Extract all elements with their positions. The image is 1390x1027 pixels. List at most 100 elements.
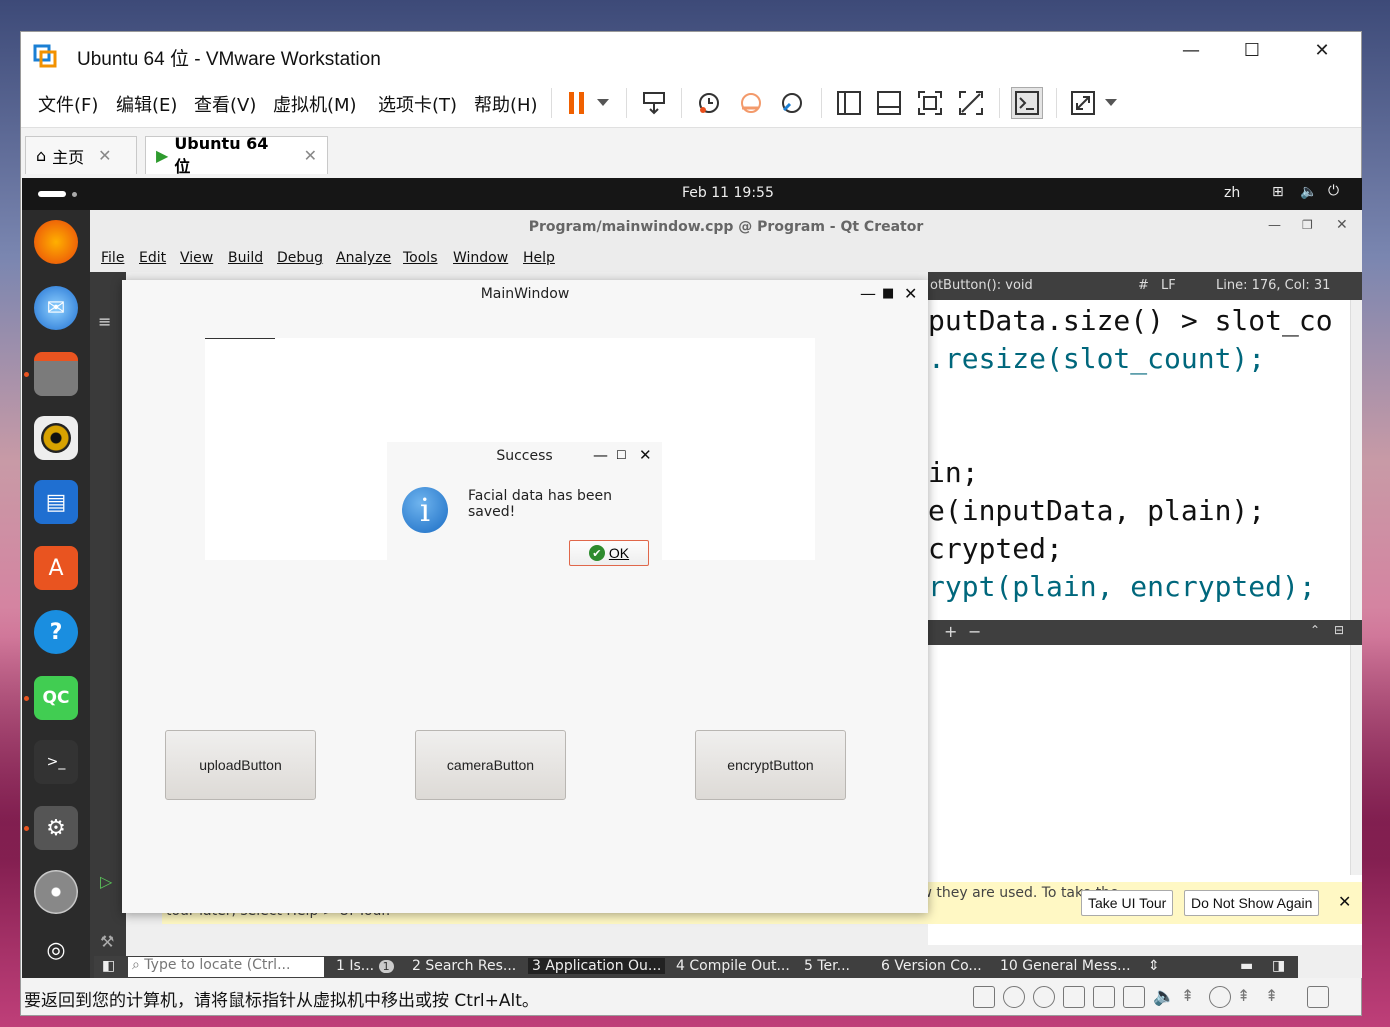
input-language[interactable]: zh (1224, 185, 1240, 201)
maximize-pane-icon[interactable]: ⊟ (1334, 623, 1344, 637)
vm-display[interactable]: Feb 11 19:55 zh ⊞ 🔈 ⏻ ✉ ▤ A ? QC >_ ⚙ ◎ (22, 178, 1362, 978)
tab-ubuntu[interactable]: ▶ Ubuntu 64 位 ✕ (145, 134, 328, 176)
menu-file[interactable]: 文件(F) (38, 91, 98, 117)
writer-icon[interactable]: ▤ (34, 480, 78, 524)
minimize-button[interactable]: — (593, 446, 608, 464)
tab-application-output[interactable]: 3 Application Ou... (528, 958, 666, 974)
minimize-button[interactable]: — (1171, 40, 1211, 61)
menu-vm[interactable]: 虚拟机(M) (273, 91, 357, 117)
menu-analyze[interactable]: Analyze (336, 250, 391, 266)
show-apps-icon[interactable]: ◎ (34, 928, 78, 972)
network-icon[interactable]: ⊞ (1272, 184, 1284, 200)
help-icon[interactable]: ? (34, 610, 78, 654)
console-view-icon[interactable] (1011, 87, 1043, 119)
encrypt-button[interactable]: encryptButton (695, 730, 846, 800)
menu-view[interactable]: 查看(V) (194, 91, 256, 117)
menu-file[interactable]: File (101, 250, 124, 266)
chevron-up-icon[interactable]: ⌃ (1310, 623, 1320, 637)
close-button[interactable]: ✕ (904, 284, 917, 303)
clock[interactable]: Feb 11 19:55 (682, 185, 774, 201)
send-keys-icon[interactable] (638, 87, 670, 119)
menu-tools[interactable]: Tools (403, 250, 438, 266)
activities-indicator[interactable] (38, 191, 66, 197)
function-selector[interactable]: otButton(): void (930, 278, 1033, 293)
remove-icon[interactable]: − (968, 622, 981, 641)
progress-toggle-icon[interactable]: ▬ (1240, 958, 1253, 974)
usb-icon-3[interactable]: ⇞ (1265, 986, 1287, 1008)
rhythmbox-icon[interactable] (34, 416, 78, 460)
printer-icon[interactable] (1123, 986, 1145, 1008)
close-icon[interactable]: ✕ (98, 146, 111, 165)
chevron-down-icon[interactable] (593, 87, 613, 119)
tab-selector-icon[interactable]: ⇕ (1148, 958, 1160, 974)
power-icon[interactable]: ⏻ (1328, 183, 1339, 199)
usb-icon[interactable]: ⇞ (1181, 986, 1203, 1008)
close-button[interactable]: ✕ (1336, 217, 1348, 233)
tab-home[interactable]: ⌂ 主页 ✕ (25, 136, 137, 174)
hard-disk-icon[interactable] (973, 986, 995, 1008)
menu-help[interactable]: 帮助(H) (474, 91, 538, 117)
mode-run-icon[interactable]: ▷ (100, 872, 112, 891)
close-button[interactable]: ✕ (639, 446, 652, 464)
stretch-guest-icon[interactable] (1067, 87, 1099, 119)
chevron-down-icon[interactable] (1101, 87, 1121, 119)
add-icon[interactable]: + (944, 622, 957, 641)
disc-icon[interactable] (34, 870, 78, 914)
menu-tabs[interactable]: 选项卡(T) (378, 91, 457, 117)
snapshot-icon[interactable] (693, 87, 725, 119)
toggle-sidebar-icon[interactable]: ◧ (102, 958, 115, 974)
do-not-show-again-button[interactable]: Do Not Show Again (1184, 890, 1320, 916)
tab-terminal[interactable]: 5 Ter... (804, 958, 850, 974)
take-ui-tour-button[interactable]: Take UI Tour (1081, 890, 1174, 916)
pause-icon[interactable] (561, 87, 593, 119)
revert-snapshot-icon[interactable] (735, 87, 767, 119)
sidebar-view-icon[interactable] (833, 87, 865, 119)
qtcreator-icon[interactable]: QC (34, 676, 78, 720)
full-screen-icon[interactable] (914, 87, 946, 119)
code-editor[interactable]: putData.size() > slot_co .resize(slot_co… (928, 300, 1362, 620)
menu-help[interactable]: Help (523, 250, 555, 266)
menu-window[interactable]: Window (453, 250, 508, 266)
menu-build[interactable]: Build (228, 250, 263, 266)
tab-issues[interactable]: 1 Is... 1 (336, 958, 394, 974)
camera-button[interactable]: cameraButton (415, 730, 566, 800)
minimize-button[interactable]: — (1268, 218, 1281, 233)
snapshot-manager-icon[interactable] (776, 87, 808, 119)
maximize-button[interactable]: ☐ (1232, 40, 1272, 61)
files-icon[interactable] (34, 352, 78, 396)
network-adapter-icon[interactable] (1093, 986, 1115, 1008)
toggle-right-sidebar-icon[interactable]: ◨ (1272, 958, 1285, 974)
menu-edit[interactable]: 编辑(E) (116, 91, 177, 117)
restore-button[interactable]: ❐ (1302, 218, 1313, 232)
sound-icon[interactable]: 🔈 (1153, 986, 1175, 1008)
floppy-icon[interactable] (1063, 986, 1085, 1008)
message-log-icon[interactable] (1307, 986, 1329, 1008)
close-icon[interactable]: ✕ (1338, 892, 1351, 911)
maximize-button[interactable]: ☐ (616, 448, 627, 462)
settings-gear-icon[interactable]: ⚙ (34, 806, 78, 850)
mode-edit-icon[interactable]: ≡ (98, 312, 111, 331)
upload-button[interactable]: uploadButton (165, 730, 316, 800)
close-button[interactable]: ✕ (1302, 40, 1342, 61)
line-ending-selector[interactable]: LF (1161, 278, 1176, 293)
locator-input[interactable]: ⌕ Type to locate (Ctrl... (128, 957, 324, 977)
menu-edit[interactable]: Edit (139, 250, 166, 266)
firefox-icon[interactable] (34, 220, 78, 264)
volume-icon[interactable]: 🔈 (1300, 184, 1317, 200)
menu-view[interactable]: View (180, 250, 213, 266)
hash-selector[interactable]: # (1138, 278, 1149, 293)
software-icon[interactable]: A (34, 546, 78, 590)
tab-search-results[interactable]: 2 Search Res... (412, 958, 516, 974)
camera-device-icon[interactable] (1209, 986, 1231, 1008)
cursor-position[interactable]: Line: 176, Col: 31 (1216, 278, 1330, 293)
minimize-button[interactable]: — (860, 284, 876, 303)
mode-build-icon[interactable]: ⚒ (100, 932, 114, 951)
tab-general-messages[interactable]: 10 General Mess... (1000, 958, 1131, 974)
usb-icon-2[interactable]: ⇞ (1237, 986, 1259, 1008)
cd-dvd-icon[interactable] (1003, 986, 1025, 1008)
maximize-button[interactable]: ■ (882, 286, 894, 301)
thunderbird-icon[interactable]: ✉ (34, 286, 78, 330)
thumbnail-view-icon[interactable] (873, 87, 905, 119)
unity-mode-icon[interactable] (955, 87, 987, 119)
cd-dvd-icon-2[interactable] (1033, 986, 1055, 1008)
